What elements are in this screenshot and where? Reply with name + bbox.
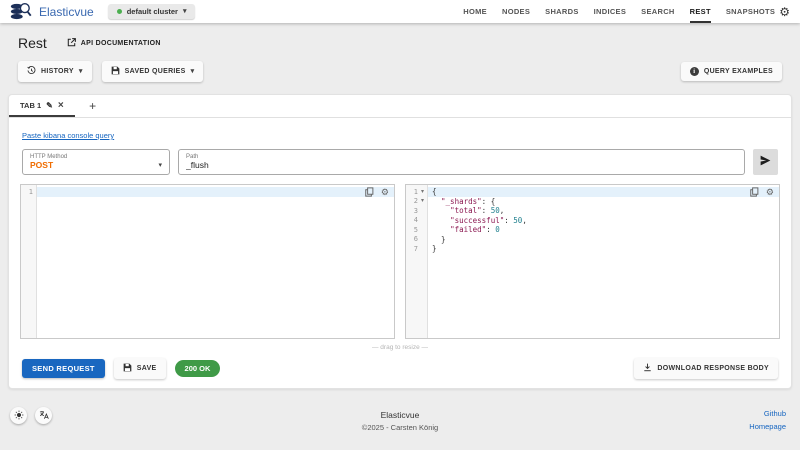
copy-icon[interactable]	[365, 187, 374, 197]
response-editor-actions: ⚙	[750, 187, 774, 197]
request-editor-gutter: 1	[21, 185, 37, 338]
edit-pencil-icon[interactable]: ✎	[46, 101, 53, 110]
fold-arrow-icon[interactable]: ▾	[418, 198, 427, 204]
elasticvue-logo-icon	[10, 2, 32, 21]
info-icon: i	[690, 67, 699, 76]
nav-home[interactable]: HOME	[463, 0, 487, 23]
app: Elasticvue default cluster ▾ HOME NODES SH…	[0, 0, 800, 450]
download-response-button[interactable]: DOWNLOAD RESPONSE BODY	[634, 358, 778, 379]
settings-gear-icon[interactable]: ⚙	[779, 6, 790, 18]
page-head: Rest API DOCUMENTATION	[18, 35, 782, 51]
saved-queries-button-label: SAVED QUERIES	[125, 68, 186, 75]
request-body-editor[interactable]: 1 ⚙	[20, 184, 395, 339]
editor-settings-gear-icon[interactable]: ⚙	[766, 188, 774, 197]
save-disk-icon	[123, 363, 132, 374]
close-tab-icon[interactable]: ×	[58, 100, 64, 111]
send-request-icon-button[interactable]	[753, 149, 778, 175]
history-button-label: HISTORY	[41, 68, 74, 75]
new-tab-button[interactable]: +	[75, 95, 111, 117]
footer: Elasticvue ©2025 - Carsten König Github …	[0, 396, 800, 450]
nav-nodes[interactable]: NODES	[502, 0, 530, 23]
cluster-selector[interactable]: default cluster ▾	[108, 4, 196, 19]
translate-icon	[39, 408, 49, 423]
fold-arrow-icon[interactable]: ▾	[418, 189, 427, 195]
request-editor-code[interactable]	[37, 185, 394, 338]
copy-icon[interactable]	[750, 187, 759, 197]
save-button[interactable]: SAVE	[114, 358, 166, 379]
saved-queries-button[interactable]: SAVED QUERIES ▾	[102, 61, 204, 82]
github-link[interactable]: Github	[764, 409, 786, 418]
send-arrow-icon	[759, 154, 772, 170]
footer-copyright: ©2025 - Carsten König	[0, 423, 800, 432]
nav-snapshots[interactable]: SNAPSHOTS	[726, 0, 775, 23]
footer-center: Elasticvue ©2025 - Carsten König	[0, 410, 800, 432]
download-response-label: DOWNLOAD RESPONSE BODY	[657, 365, 769, 372]
topbar: Elasticvue default cluster ▾ HOME NODES SH…	[0, 0, 800, 23]
card-body: Paste kibana console query HTTP Method P…	[9, 118, 791, 388]
send-request-button[interactable]: SEND REQUEST	[22, 359, 105, 378]
response-body-editor[interactable]: 1▾2▾34567 { "_shards": { "total": 50, "s…	[405, 184, 780, 339]
cluster-selector-label: default cluster	[127, 7, 178, 16]
path-field: Path	[178, 149, 745, 175]
topbar-nav: HOME NODES SHARDS INDICES SEARCH REST SNAPSHOT…	[463, 0, 775, 23]
floating-buttons	[10, 407, 52, 424]
response-status-badge: 200 OK	[175, 360, 221, 377]
path-input[interactable]	[186, 160, 737, 170]
tab-bar: TAB 1 ✎ × +	[9, 95, 791, 118]
page-title: Rest	[18, 35, 47, 51]
rest-card: TAB 1 ✎ × + Paste kibana console query H…	[8, 94, 792, 389]
theme-toggle-button[interactable]	[10, 407, 27, 424]
nav-shards[interactable]: SHARDS	[545, 0, 578, 23]
brand-title: Elasticvue	[39, 5, 94, 19]
actions-row: SEND REQUEST SAVE 200 OK	[22, 358, 778, 379]
sun-icon	[14, 408, 24, 423]
footer-app-name: Elasticvue	[0, 410, 800, 420]
request-editor-actions: ⚙	[365, 187, 389, 197]
response-editor-code[interactable]: { "_shards": { "total": 50, "successful"…	[428, 185, 779, 338]
chevron-down-icon: ▾	[183, 8, 187, 15]
cluster-status-dot	[117, 9, 122, 14]
api-documentation-link[interactable]: API DOCUMENTATION	[67, 38, 161, 49]
editor-settings-gear-icon[interactable]: ⚙	[381, 188, 389, 197]
request-row: HTTP Method POST ▾ Path	[22, 149, 778, 175]
toolbar: HISTORY ▾ SAVED QUERIES ▾ i QUERY EXAMPL…	[18, 61, 782, 82]
chevron-down-icon: ▾	[191, 68, 195, 75]
footer-links: Github Homepage	[749, 409, 786, 431]
history-button[interactable]: HISTORY ▾	[18, 61, 92, 82]
save-button-label: SAVE	[137, 365, 157, 372]
paste-kibana-query-link[interactable]: Paste kibana console query	[22, 131, 114, 140]
language-toggle-button[interactable]	[35, 407, 52, 424]
history-clock-icon	[27, 66, 36, 77]
query-examples-button-label: QUERY EXAMPLES	[704, 68, 773, 75]
drag-to-resize-handle[interactable]: — drag to resize —	[16, 344, 784, 351]
tab-1[interactable]: TAB 1 ✎ ×	[9, 95, 75, 117]
http-method-select[interactable]: HTTP Method POST ▾	[22, 149, 170, 175]
nav-indices[interactable]: INDICES	[594, 0, 627, 23]
main-content: Rest API DOCUMENTATION	[0, 23, 800, 396]
query-examples-button[interactable]: i QUERY EXAMPLES	[681, 62, 782, 81]
response-editor-gutter: 1▾2▾34567	[406, 185, 428, 338]
chevron-down-icon: ▾	[79, 68, 83, 75]
external-link-icon	[67, 38, 76, 49]
chevron-down-icon: ▾	[158, 162, 162, 169]
download-icon	[643, 363, 652, 374]
tab-1-label: TAB 1	[20, 101, 41, 110]
homepage-link[interactable]: Homepage	[749, 422, 786, 431]
http-method-value: POST	[30, 160, 53, 170]
api-documentation-label: API DOCUMENTATION	[81, 40, 161, 47]
nav-search[interactable]: SEARCH	[641, 0, 674, 23]
editors-row: 1 ⚙ 1▾2▾3	[20, 184, 780, 339]
nav-rest[interactable]: REST	[690, 0, 711, 23]
save-disk-icon	[111, 66, 120, 77]
